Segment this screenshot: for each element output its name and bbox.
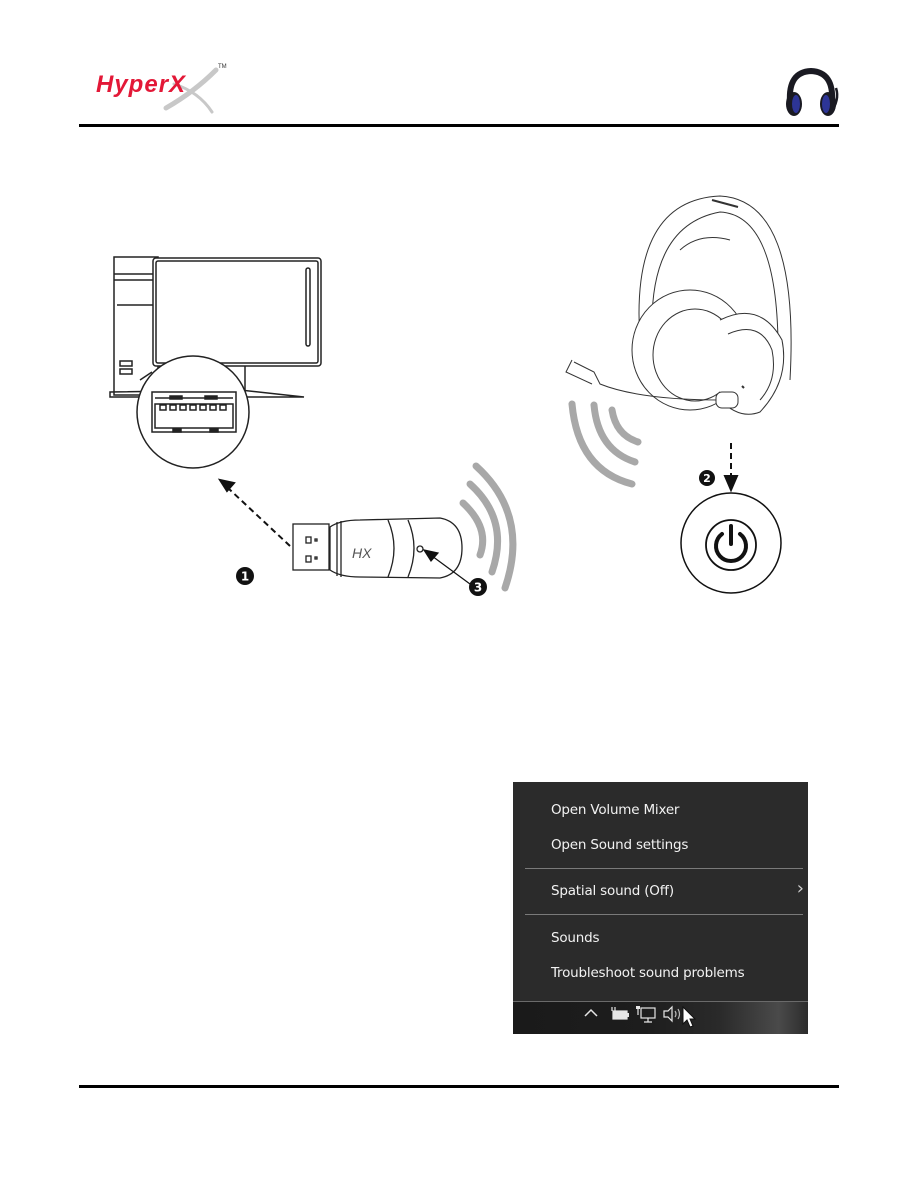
svg-text:2: 2: [703, 472, 711, 485]
step-badge-2: 2: [699, 470, 715, 486]
menu-item-open-sound-settings[interactable]: Open Sound settings: [551, 837, 688, 853]
svg-text:3: 3: [474, 581, 482, 595]
svg-text:1: 1: [241, 570, 249, 584]
usb-adapter-icon: HX: [292, 517, 463, 579]
wireless-signal-icon: [459, 462, 517, 592]
power-on-arrow: [723, 443, 739, 493]
usb-port-zoom-icon: [136, 355, 250, 469]
mouse-cursor-icon: [682, 1006, 697, 1028]
insert-arrow: [217, 478, 291, 547]
menu-item-spatial-sound[interactable]: Spatial sound (Off): [551, 883, 674, 899]
chevron-up-icon[interactable]: [583, 1005, 599, 1021]
menu-item-troubleshoot[interactable]: Troubleshoot sound problems: [551, 965, 745, 981]
battery-icon[interactable]: [609, 1005, 631, 1023]
menu-item-sounds[interactable]: Sounds: [551, 930, 600, 946]
network-icon[interactable]: [635, 1005, 657, 1025]
headset-icon: [565, 195, 792, 415]
connection-diagram: HX 1 2 3: [109, 195, 792, 596]
footer-divider: [79, 1085, 839, 1088]
sound-context-menu: Open Volume Mixer Open Sound settings Sp…: [513, 782, 808, 1002]
taskbar: [513, 1001, 808, 1034]
chevron-right-icon: ›: [796, 878, 804, 899]
step-badge-1: 1: [236, 567, 254, 585]
adapter-brand-mark: HX: [352, 545, 372, 561]
menu-separator: [525, 914, 803, 915]
menu-separator: [525, 868, 803, 869]
power-button-icon: [680, 492, 782, 594]
wireless-signal-icon: [568, 400, 642, 488]
step-badge-3: 3: [469, 578, 487, 596]
menu-item-open-volume-mixer[interactable]: Open Volume Mixer: [551, 802, 679, 818]
